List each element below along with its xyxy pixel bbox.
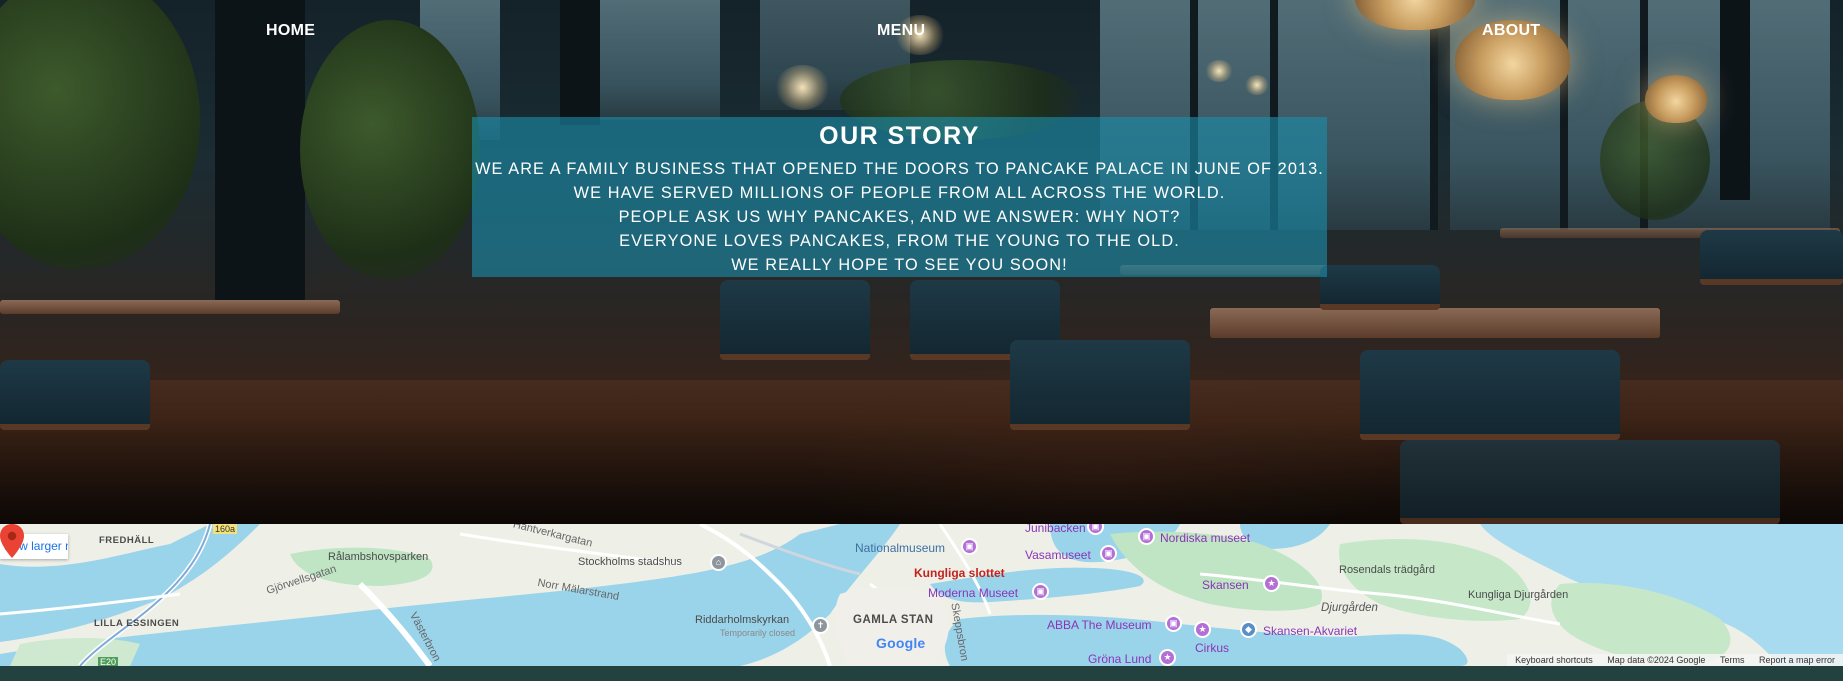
map-label-ralambshovsparken: Rålambshovsparken [328, 551, 429, 563]
nav-home-link[interactable]: HOME [266, 22, 315, 40]
map-label-lilla-essingen: LILLA ESSINGEN [94, 618, 180, 629]
chair [1320, 265, 1440, 310]
chair [1360, 350, 1620, 440]
pillar [215, 0, 305, 300]
chair [1400, 440, 1780, 524]
lamp-glow [775, 65, 830, 110]
embedded-map[interactable]: View larger map FREDHÄLL 160a Hantverkar… [0, 524, 1843, 666]
chair [1700, 230, 1843, 285]
google-logo-text: Google [876, 635, 926, 651]
story-line: We really hope to see you soon! [731, 256, 1068, 274]
attraction-icon[interactable]: ★ [1263, 575, 1280, 592]
chair [0, 360, 150, 430]
church-icon[interactable]: ✝ [812, 617, 829, 634]
report-error-link[interactable]: Report a map error [1759, 655, 1835, 665]
footer-bar [0, 666, 1843, 681]
lamp-glow [1205, 60, 1233, 82]
pillar [560, 0, 600, 125]
museum-icon[interactable]: ▣ [1165, 615, 1182, 632]
google-logo: Google [876, 635, 925, 651]
map-label-kungliga-djurgarden: Kungliga Djurgården [1468, 589, 1569, 601]
map-label-fredhall: FREDHÄLL [99, 535, 155, 546]
plant [0, 0, 200, 270]
map-label-vasamuseet: Vasamuseet [1025, 548, 1091, 562]
story-title: OUR STORY [819, 122, 980, 150]
lamp-glow [1245, 75, 1269, 95]
pendant-lamp [1645, 75, 1707, 123]
map-label-grona-lund: Gröna Lund [1088, 652, 1152, 666]
table [1210, 308, 1660, 338]
story-line: People ask us why pancakes, and we answe… [618, 208, 1181, 226]
pillar [1720, 0, 1750, 200]
map-attribution: Keyboard shortcuts Map data ©2024 Google… [1507, 654, 1843, 666]
museum-icon[interactable]: ▣ [961, 538, 978, 555]
nav-about-link[interactable]: ABOUT [1482, 22, 1540, 40]
map-label-rosendals-tradgard: Rosendals trädgård [1339, 564, 1436, 576]
window-mullion [1560, 0, 1568, 230]
map-label-abba-museum: ABBA The Museum [1047, 618, 1152, 632]
keyboard-shortcuts-link[interactable]: Keyboard shortcuts [1515, 655, 1593, 665]
story-line: We are a family business that opened the… [475, 160, 1324, 178]
road-badge: E20 [98, 657, 119, 666]
map-label-djurgarden: Djurgården [1321, 602, 1378, 614]
map-label-nordiska-museet: Nordiska museet [1160, 531, 1251, 545]
plant [300, 20, 480, 280]
terms-link[interactable]: Terms [1720, 655, 1745, 665]
map-label-riddarholmskyrkan: Riddarholmskyrkan [695, 614, 790, 626]
museum-icon[interactable]: ▣ [1100, 545, 1117, 562]
chair [1010, 340, 1190, 430]
map-label-nationalmuseum: Nationalmuseum [855, 541, 946, 555]
attraction-icon[interactable]: ★ [1159, 649, 1176, 666]
story-line: Everyone loves pancakes, from the young … [619, 232, 1180, 250]
museum-icon[interactable]: ▣ [1032, 583, 1049, 600]
map-label-cirkus: Cirkus [1195, 641, 1230, 655]
map-label-skansen: Skansen [1202, 578, 1249, 592]
story-box: OUR STORY We are a family business that … [472, 117, 1327, 277]
map-label-stockholms-stadshus: Stockholms stadshus [578, 556, 682, 568]
landmark-icon[interactable]: ⌂ [710, 554, 727, 571]
table [0, 300, 340, 314]
map-label-moderna-museet: Moderna Museet [928, 586, 1019, 600]
window-mullion [1430, 0, 1438, 230]
story-line: We have served millions of people from a… [573, 184, 1226, 202]
map-label-junibacken: Junibacken [1025, 524, 1086, 535]
museum-icon[interactable]: ▣ [1138, 528, 1155, 545]
location-pin-icon[interactable] [0, 524, 24, 558]
map-label-kungliga-slottet: Kungliga slottet [914, 566, 1005, 580]
hero-section: HOME MENU ABOUT OUR STORY We are a famil… [0, 0, 1843, 524]
nav-menu-link[interactable]: MENU [877, 22, 925, 40]
attraction-icon[interactable]: ★ [1194, 621, 1211, 638]
chair [720, 280, 870, 360]
map-data-label: Map data ©2024 Google [1607, 655, 1706, 665]
road-badge: 160a [213, 524, 238, 534]
aquarium-icon[interactable]: ◆ [1240, 621, 1257, 638]
map-label-gamla-stan: GAMLA STAN [853, 614, 934, 626]
map-label-temporarily-closed: Temporarily closed [720, 628, 796, 638]
map-label-skansen-akvariet: Skansen-Akvariet [1263, 624, 1358, 638]
